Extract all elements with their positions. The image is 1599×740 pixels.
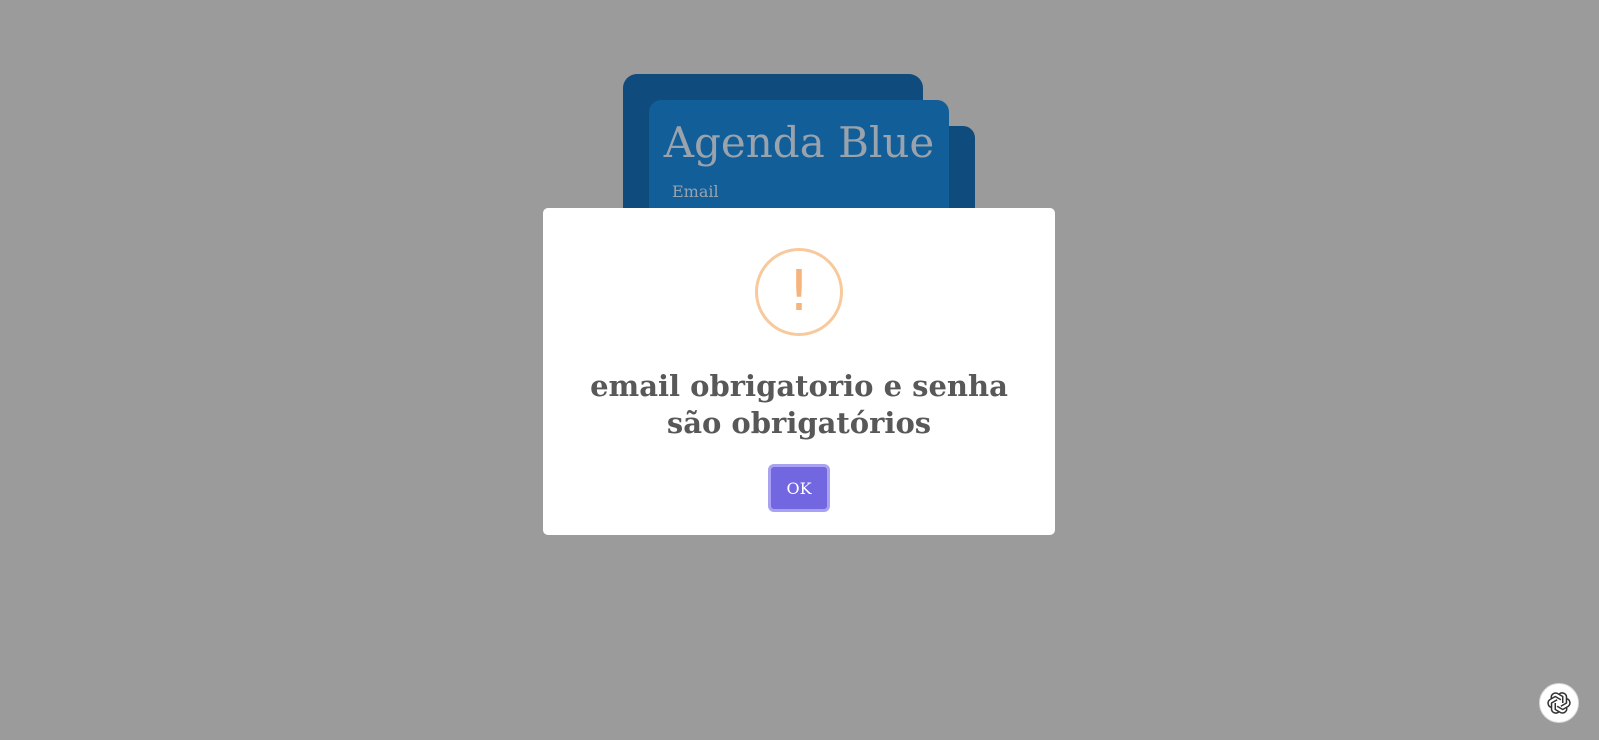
warning-exclamation: ! — [787, 259, 811, 324]
ok-button[interactable]: OK — [768, 464, 830, 512]
email-label: Email — [672, 182, 719, 201]
warning-icon: ! — [755, 248, 843, 336]
openai-icon — [1547, 692, 1571, 714]
alert-dialog: ! email obrigatorio e senha são obrigató… — [543, 208, 1055, 535]
assistant-button[interactable] — [1539, 683, 1579, 723]
alert-message: email obrigatorio e senha são obrigatóri… — [590, 369, 1008, 440]
app-title: Agenda Blue — [663, 118, 935, 167]
